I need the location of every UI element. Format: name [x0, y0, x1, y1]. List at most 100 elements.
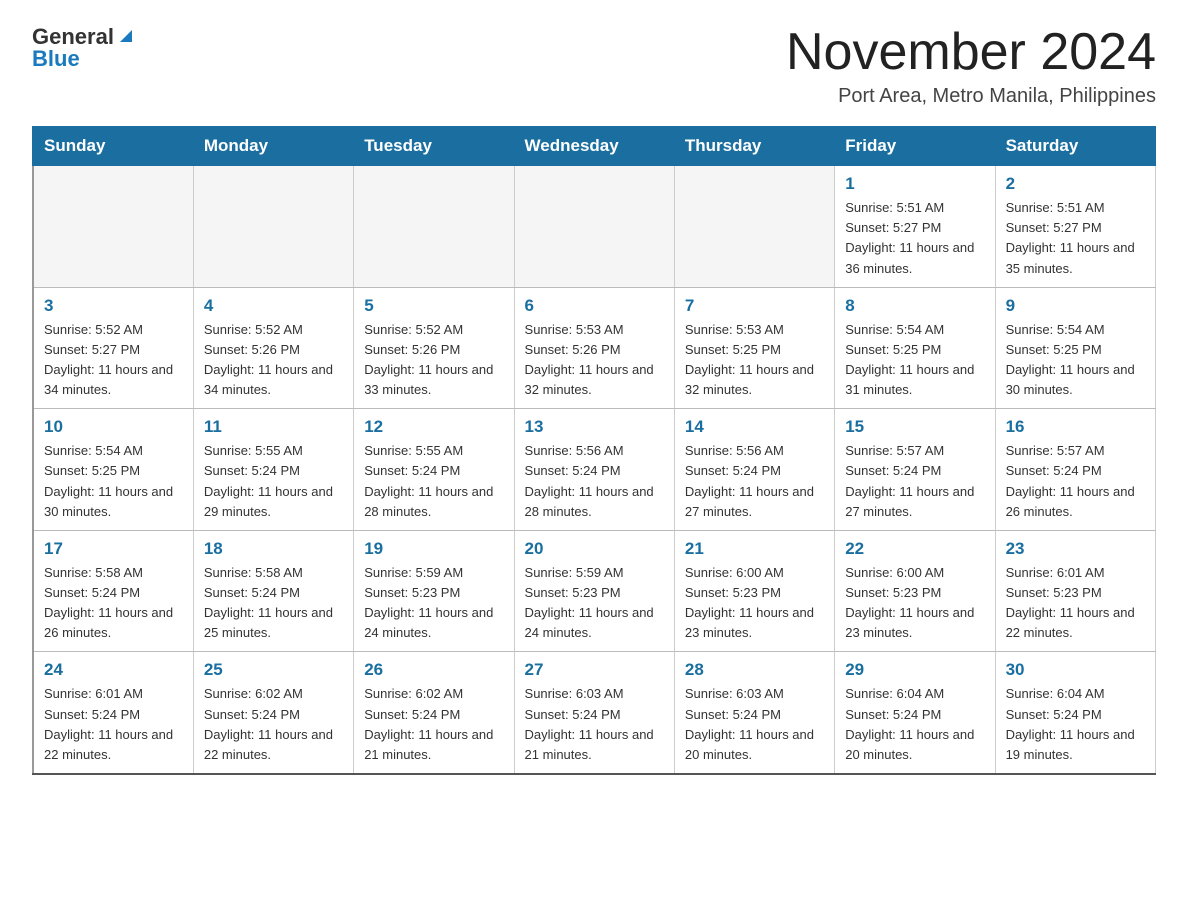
calendar-cell	[514, 166, 674, 288]
day-number: 4	[204, 296, 343, 316]
day-info: Sunrise: 5:58 AM Sunset: 5:24 PM Dayligh…	[44, 563, 183, 644]
day-info: Sunrise: 6:04 AM Sunset: 5:24 PM Dayligh…	[1006, 684, 1145, 765]
day-number: 20	[525, 539, 664, 559]
calendar-cell: 30 Sunrise: 6:04 AM Sunset: 5:24 PM Dayli…	[995, 652, 1155, 774]
day-info: Sunrise: 6:03 AM Sunset: 5:24 PM Dayligh…	[685, 684, 824, 765]
calendar-row-4: 24 Sunrise: 6:01 AM Sunset: 5:24 PM Dayli…	[33, 652, 1156, 774]
day-info: Sunrise: 6:01 AM Sunset: 5:23 PM Dayligh…	[1006, 563, 1145, 644]
day-info: Sunrise: 5:54 AM Sunset: 5:25 PM Dayligh…	[1006, 320, 1145, 401]
day-number: 18	[204, 539, 343, 559]
day-info: Sunrise: 5:57 AM Sunset: 5:24 PM Dayligh…	[1006, 441, 1145, 522]
day-number: 22	[845, 539, 984, 559]
day-info: Sunrise: 6:00 AM Sunset: 5:23 PM Dayligh…	[845, 563, 984, 644]
day-number: 6	[525, 296, 664, 316]
header-day-saturday: Saturday	[995, 127, 1155, 166]
day-info: Sunrise: 5:51 AM Sunset: 5:27 PM Dayligh…	[1006, 198, 1145, 279]
day-number: 30	[1006, 660, 1145, 680]
header-day-sunday: Sunday	[33, 127, 193, 166]
day-number: 27	[525, 660, 664, 680]
day-info: Sunrise: 5:52 AM Sunset: 5:26 PM Dayligh…	[204, 320, 343, 401]
calendar-cell	[193, 166, 353, 288]
header-day-friday: Friday	[835, 127, 995, 166]
day-number: 29	[845, 660, 984, 680]
calendar-cell: 18 Sunrise: 5:58 AM Sunset: 5:24 PM Dayli…	[193, 530, 353, 652]
header-day-monday: Monday	[193, 127, 353, 166]
day-number: 15	[845, 417, 984, 437]
day-info: Sunrise: 5:54 AM Sunset: 5:25 PM Dayligh…	[845, 320, 984, 401]
day-info: Sunrise: 5:52 AM Sunset: 5:26 PM Dayligh…	[364, 320, 503, 401]
day-info: Sunrise: 5:53 AM Sunset: 5:26 PM Dayligh…	[525, 320, 664, 401]
calendar-cell: 29 Sunrise: 6:04 AM Sunset: 5:24 PM Dayli…	[835, 652, 995, 774]
day-number: 5	[364, 296, 503, 316]
location-title: Port Area, Metro Manila, Philippines	[786, 85, 1156, 108]
day-number: 7	[685, 296, 824, 316]
day-info: Sunrise: 5:56 AM Sunset: 5:24 PM Dayligh…	[525, 441, 664, 522]
day-info: Sunrise: 5:55 AM Sunset: 5:24 PM Dayligh…	[364, 441, 503, 522]
day-number: 14	[685, 417, 824, 437]
day-info: Sunrise: 6:04 AM Sunset: 5:24 PM Dayligh…	[845, 684, 984, 765]
calendar-cell: 12 Sunrise: 5:55 AM Sunset: 5:24 PM Dayli…	[354, 409, 514, 531]
day-info: Sunrise: 5:59 AM Sunset: 5:23 PM Dayligh…	[525, 563, 664, 644]
day-number: 24	[44, 660, 183, 680]
day-number: 8	[845, 296, 984, 316]
day-info: Sunrise: 6:02 AM Sunset: 5:24 PM Dayligh…	[204, 684, 343, 765]
calendar-cell: 22 Sunrise: 6:00 AM Sunset: 5:23 PM Dayli…	[835, 530, 995, 652]
calendar-cell: 21Sunrise: 6:00 AM Sunset: 5:23 PM Dayli…	[674, 530, 834, 652]
day-number: 13	[525, 417, 664, 437]
day-number: 1	[845, 174, 984, 194]
calendar-cell: 19Sunrise: 5:59 AM Sunset: 5:23 PM Dayli…	[354, 530, 514, 652]
day-info: Sunrise: 5:52 AM Sunset: 5:27 PM Dayligh…	[44, 320, 183, 401]
calendar-cell: 11Sunrise: 5:55 AM Sunset: 5:24 PM Dayli…	[193, 409, 353, 531]
day-number: 26	[364, 660, 503, 680]
day-number: 10	[44, 417, 183, 437]
calendar-cell: 23 Sunrise: 6:01 AM Sunset: 5:23 PM Dayli…	[995, 530, 1155, 652]
calendar-cell	[354, 166, 514, 288]
calendar-cell: 15Sunrise: 5:57 AM Sunset: 5:24 PM Dayli…	[835, 409, 995, 531]
calendar-cell: 25 Sunrise: 6:02 AM Sunset: 5:24 PM Dayli…	[193, 652, 353, 774]
day-number: 12	[364, 417, 503, 437]
calendar-row-1: 3Sunrise: 5:52 AM Sunset: 5:27 PM Daylig…	[33, 287, 1156, 409]
calendar-cell: 28 Sunrise: 6:03 AM Sunset: 5:24 PM Dayli…	[674, 652, 834, 774]
day-info: Sunrise: 5:54 AM Sunset: 5:25 PM Dayligh…	[44, 441, 183, 522]
day-number: 9	[1006, 296, 1145, 316]
calendar-cell: 16 Sunrise: 5:57 AM Sunset: 5:24 PM Dayli…	[995, 409, 1155, 531]
calendar-cell: 2Sunrise: 5:51 AM Sunset: 5:27 PM Daylig…	[995, 166, 1155, 288]
day-info: Sunrise: 5:51 AM Sunset: 5:27 PM Dayligh…	[845, 198, 984, 279]
calendar-cell: 5 Sunrise: 5:52 AM Sunset: 5:26 PM Daylig…	[354, 287, 514, 409]
day-number: 19	[364, 539, 503, 559]
day-info: Sunrise: 5:56 AM Sunset: 5:24 PM Dayligh…	[685, 441, 824, 522]
title-area: November 2024 Port Area, Metro Manila, P…	[786, 24, 1156, 108]
header: General Blue November 2024 Port Area, Me…	[32, 24, 1156, 108]
calendar-cell: 27 Sunrise: 6:03 AM Sunset: 5:24 PM Dayli…	[514, 652, 674, 774]
day-info: Sunrise: 6:01 AM Sunset: 5:24 PM Dayligh…	[44, 684, 183, 765]
day-number: 28	[685, 660, 824, 680]
calendar-table: SundayMondayTuesdayWednesdayThursdayFrid…	[32, 126, 1156, 775]
logo: General Blue	[32, 24, 136, 72]
calendar-cell: 6 Sunrise: 5:53 AM Sunset: 5:26 PM Daylig…	[514, 287, 674, 409]
header-row: SundayMondayTuesdayWednesdayThursdayFrid…	[33, 127, 1156, 166]
calendar-row-2: 10 Sunrise: 5:54 AM Sunset: 5:25 PM Dayli…	[33, 409, 1156, 531]
calendar-cell: 20 Sunrise: 5:59 AM Sunset: 5:23 PM Dayli…	[514, 530, 674, 652]
calendar-cell	[33, 166, 193, 288]
calendar-cell: 24 Sunrise: 6:01 AM Sunset: 5:24 PM Dayli…	[33, 652, 193, 774]
calendar-cell: 17Sunrise: 5:58 AM Sunset: 5:24 PM Dayli…	[33, 530, 193, 652]
day-info: Sunrise: 6:02 AM Sunset: 5:24 PM Dayligh…	[364, 684, 503, 765]
day-number: 25	[204, 660, 343, 680]
header-day-wednesday: Wednesday	[514, 127, 674, 166]
day-info: Sunrise: 5:53 AM Sunset: 5:25 PM Dayligh…	[685, 320, 824, 401]
calendar-cell: 14 Sunrise: 5:56 AM Sunset: 5:24 PM Dayli…	[674, 409, 834, 531]
calendar-cell: 8 Sunrise: 5:54 AM Sunset: 5:25 PM Daylig…	[835, 287, 995, 409]
day-number: 16	[1006, 417, 1145, 437]
calendar-header: SundayMondayTuesdayWednesdayThursdayFrid…	[33, 127, 1156, 166]
calendar-cell: 1 Sunrise: 5:51 AM Sunset: 5:27 PM Daylig…	[835, 166, 995, 288]
calendar-cell: 3Sunrise: 5:52 AM Sunset: 5:27 PM Daylig…	[33, 287, 193, 409]
day-number: 23	[1006, 539, 1145, 559]
day-info: Sunrise: 5:55 AM Sunset: 5:24 PM Dayligh…	[204, 441, 343, 522]
day-info: Sunrise: 6:03 AM Sunset: 5:24 PM Dayligh…	[525, 684, 664, 765]
calendar-cell: 4 Sunrise: 5:52 AM Sunset: 5:26 PM Daylig…	[193, 287, 353, 409]
calendar-cell: 10 Sunrise: 5:54 AM Sunset: 5:25 PM Dayli…	[33, 409, 193, 531]
day-info: Sunrise: 5:58 AM Sunset: 5:24 PM Dayligh…	[204, 563, 343, 644]
calendar-cell: 13 Sunrise: 5:56 AM Sunset: 5:24 PM Dayli…	[514, 409, 674, 531]
calendar-row-3: 17Sunrise: 5:58 AM Sunset: 5:24 PM Dayli…	[33, 530, 1156, 652]
header-day-tuesday: Tuesday	[354, 127, 514, 166]
